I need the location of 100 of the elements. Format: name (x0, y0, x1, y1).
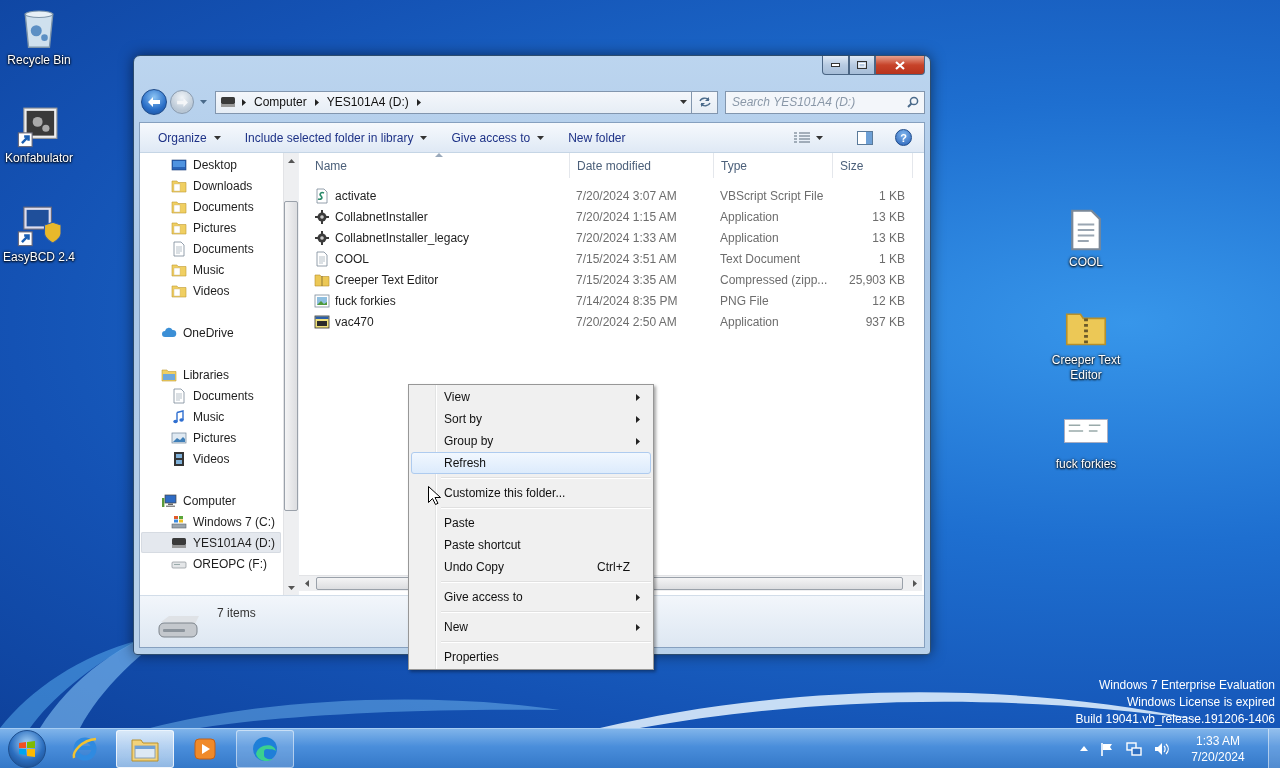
chevron-right-icon (416, 98, 421, 106)
tree-item[interactable]: Documents (141, 238, 281, 259)
folder-icon (171, 198, 187, 215)
zipper-folder-icon (314, 271, 330, 288)
table-cell-text: 25,903 KB (847, 271, 906, 289)
tree-item[interactable]: Music (141, 406, 281, 427)
table-cell-text: 1 KB (878, 187, 906, 205)
file-name[interactable]: COOL (335, 251, 369, 266)
tree-item[interactable]: OneDrive (141, 322, 281, 343)
document-icon (171, 240, 187, 257)
file-name[interactable]: Creeper Text Editor (335, 272, 439, 287)
maximize-button[interactable] (849, 56, 875, 75)
address-bar[interactable]: Computer YES101A4 (D:) (215, 90, 692, 114)
table-cell-text: 7/20/2024 1:33 AM (575, 229, 678, 247)
taskbar-button[interactable] (236, 729, 294, 768)
music-note-icon (171, 408, 187, 425)
menu-item[interactable]: Sort by (411, 408, 651, 430)
chevron-right-icon (314, 98, 319, 106)
menu-item[interactable]: Undo Copy Ctrl+Z (411, 556, 651, 578)
back-button[interactable] (141, 89, 167, 115)
file-name[interactable]: fuck forkies (335, 293, 396, 308)
breadcrumb[interactable]: YES101A4 (D:) (324, 95, 411, 109)
caret-down-icon (288, 585, 295, 590)
submenu-arrow-icon (636, 593, 640, 601)
table-cell-text: 7/15/2024 3:51 AM (575, 250, 678, 268)
gears-icon[interactable] (17, 104, 61, 148)
file-name[interactable]: activate (335, 188, 377, 203)
menu-item[interactable]: New (411, 616, 651, 638)
tree-item[interactable]: Pictures (141, 217, 281, 238)
show-hidden-icons-button[interactable] (1078, 746, 1090, 751)
table-cell-text: Application (719, 229, 780, 247)
desktop-icon-label: EasyBCD 2.4 (3, 250, 75, 265)
tree-item[interactable]: Downloads (141, 175, 281, 196)
network-icon (1126, 740, 1142, 757)
tree-item[interactable]: Desktop (141, 154, 281, 175)
minimize-button[interactable] (822, 56, 849, 75)
tree-item[interactable]: OREOPC (F:) (141, 553, 281, 574)
tree-item[interactable]: Music (141, 259, 281, 280)
desktop-icon-label: COOL (1069, 255, 1103, 270)
monitor-shield-icon[interactable] (17, 203, 61, 247)
tree-item[interactable]: Libraries (141, 364, 281, 385)
license-notice-text: Windows License is expired (1126, 694, 1275, 711)
refresh-button[interactable] (692, 90, 718, 114)
menu-item[interactable]: View (411, 386, 651, 408)
film-icon (171, 450, 187, 467)
submenu-arrow-icon (636, 437, 640, 445)
hard-drive-icon (171, 513, 187, 530)
search-field[interactable]: Search YES101A4 (D:) (725, 90, 925, 114)
picture-icon (171, 429, 187, 446)
tree-item[interactable]: YES101A4 (D:) (141, 532, 281, 553)
tree-item[interactable]: Windows 7 (C:) (141, 511, 281, 532)
table-cell-text: Application (719, 208, 780, 226)
folder-icon (171, 177, 187, 194)
submenu-arrow-icon (636, 393, 640, 401)
tree-item[interactable]: Pictures (141, 427, 281, 448)
start-button[interactable] (8, 729, 46, 768)
toolbar-button[interactable]: New folder (562, 125, 632, 150)
menu-item[interactable]: Customize this folder... (411, 482, 651, 504)
table-cell-text: VBScript Script File (719, 187, 825, 205)
arrow-left-icon (148, 97, 160, 107)
volume-button[interactable] (1152, 741, 1172, 756)
menu-item[interactable]: Refresh (411, 452, 651, 474)
item-count-text: 7 items (217, 606, 256, 620)
caret-left-icon (304, 580, 309, 587)
caret-up-icon (288, 158, 295, 163)
tree-item[interactable]: Documents (141, 385, 281, 406)
tree-item[interactable]: Computer (141, 490, 281, 511)
tree-item[interactable]: Documents (141, 196, 281, 217)
file-name[interactable]: CollabnetInstaller_legacy (335, 230, 470, 245)
caret-down-icon (816, 135, 823, 140)
clock[interactable]: 1:33 AM 7/20/2024 (1180, 732, 1256, 765)
document-icon (171, 387, 187, 404)
file-name[interactable]: vac470 (335, 314, 374, 329)
list-view-icon (794, 131, 810, 144)
toolbar-button[interactable]: Organize (152, 125, 227, 150)
refresh-icon (697, 96, 712, 108)
toolbar-button[interactable]: Include selected folder in library (238, 125, 434, 150)
menu-item[interactable]: Group by (411, 430, 651, 452)
file-name[interactable]: CollabnetInstaller (335, 209, 428, 224)
scrollbar-thumb[interactable] (284, 201, 298, 511)
flag-icon (1100, 741, 1114, 756)
tree-item[interactable]: Videos (141, 280, 281, 301)
drive-icon (220, 94, 236, 110)
play-icon (193, 736, 217, 761)
menu-item[interactable]: Paste (411, 512, 651, 534)
computer-icon (161, 492, 177, 509)
taskbar-button[interactable] (116, 729, 174, 768)
tree-item[interactable]: Videos (141, 448, 281, 469)
toolbar-button[interactable]: Give access to (445, 125, 551, 150)
show-desktop-button[interactable] (1268, 729, 1280, 768)
folder-icon (171, 261, 187, 278)
network-button[interactable] (1124, 740, 1144, 757)
table-cell-text: 13 KB (871, 229, 906, 247)
close-button[interactable] (875, 56, 925, 75)
menu-item[interactable]: Paste shortcut (411, 534, 651, 556)
gear-icon (314, 208, 330, 225)
menu-item[interactable]: Give access to (411, 586, 651, 608)
breadcrumb[interactable]: Computer (252, 95, 309, 109)
table-cell-text: Application (719, 313, 780, 331)
menu-item[interactable]: Properties (411, 646, 651, 668)
